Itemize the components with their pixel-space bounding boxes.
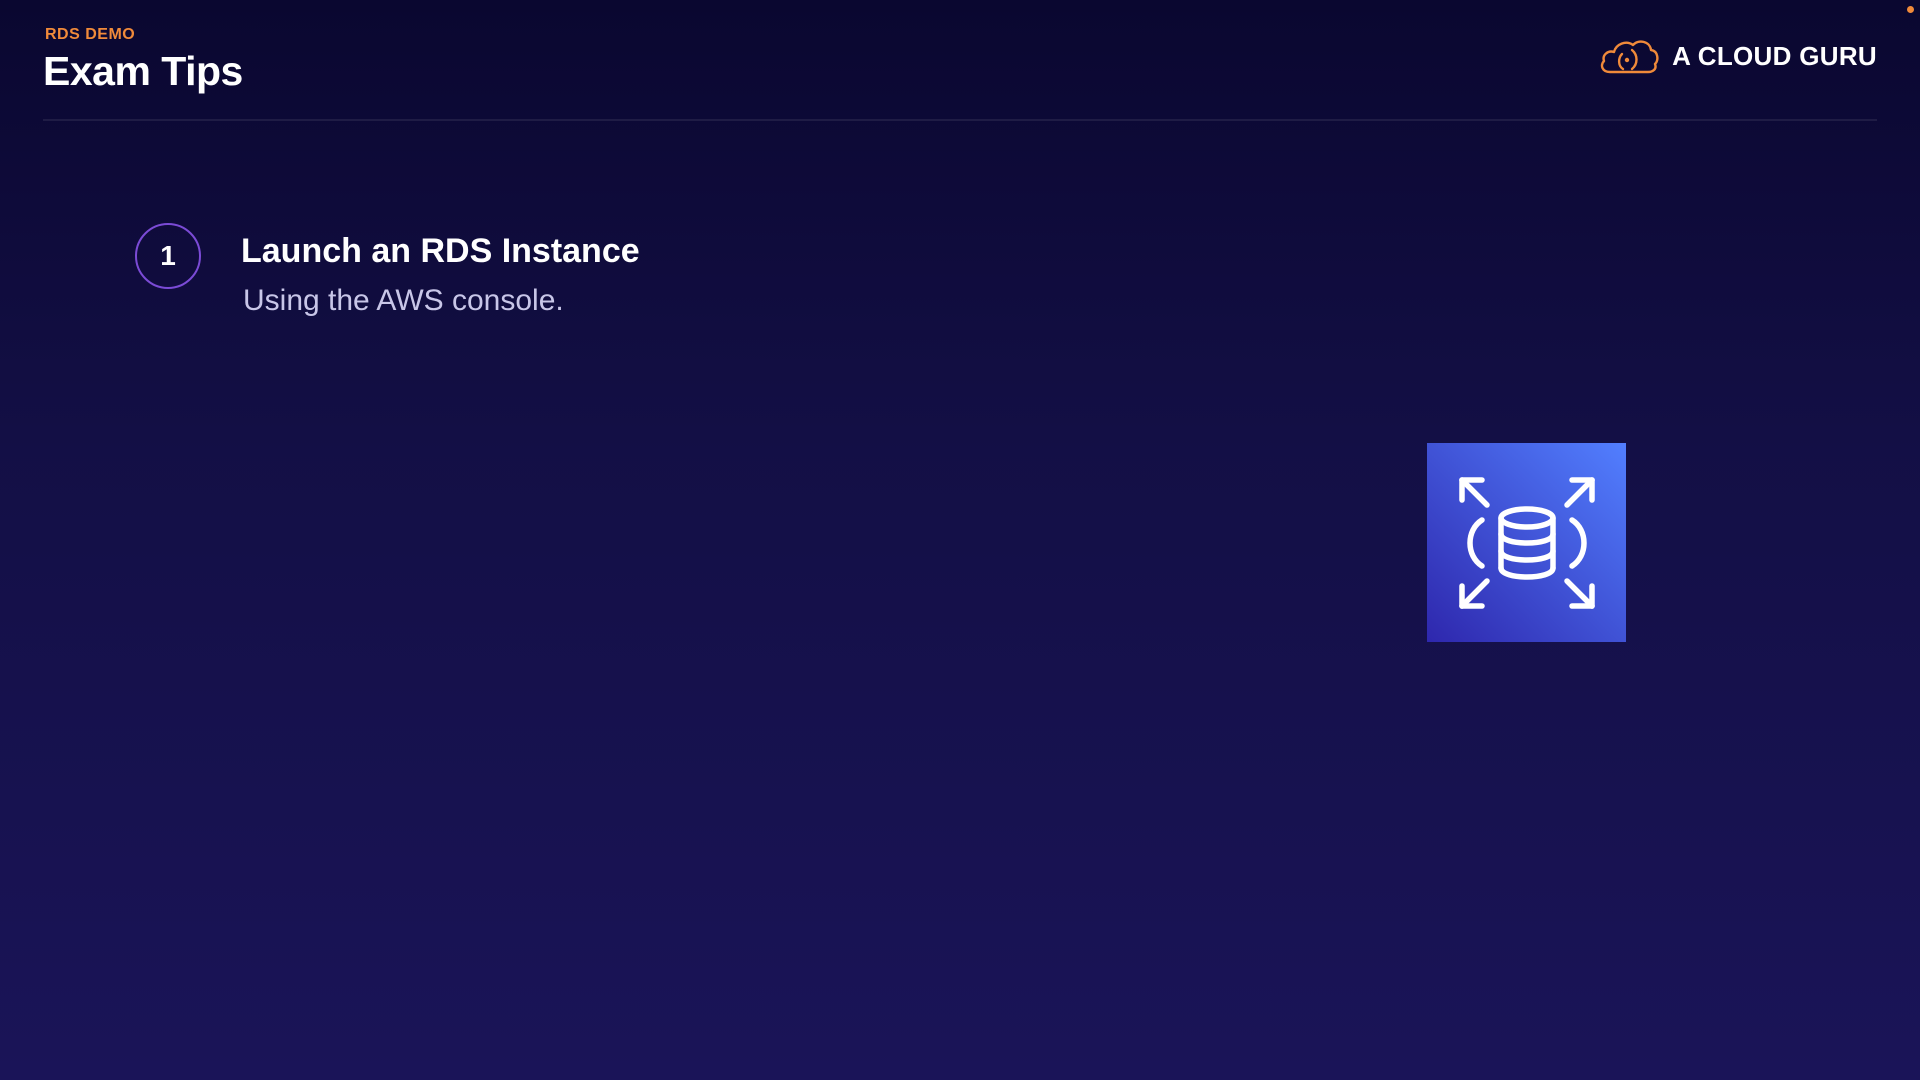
header-divider bbox=[43, 119, 1877, 121]
tip-item: 1 Launch an RDS Instance Using the AWS c… bbox=[135, 223, 640, 317]
tip-number-badge: 1 bbox=[135, 223, 201, 289]
section-label: RDS DEMO bbox=[45, 26, 136, 43]
aws-rds-database-icon bbox=[1427, 443, 1626, 642]
tip-subtitle: Using the AWS console. bbox=[243, 284, 564, 318]
tip-content: Launch an RDS Instance Using the AWS con… bbox=[241, 223, 640, 317]
slide-header: RDS DEMO Exam Tips A CLOUD GURU bbox=[43, 26, 1877, 120]
slide-title: Exam Tips bbox=[43, 48, 243, 94]
cloud-icon bbox=[1598, 36, 1660, 76]
tip-title: Launch an RDS Instance bbox=[241, 232, 640, 270]
brand-logo: A CLOUD GURU bbox=[1598, 36, 1877, 76]
corner-indicator-dot bbox=[1907, 6, 1914, 13]
brand-name: A CLOUD GURU bbox=[1672, 40, 1877, 71]
